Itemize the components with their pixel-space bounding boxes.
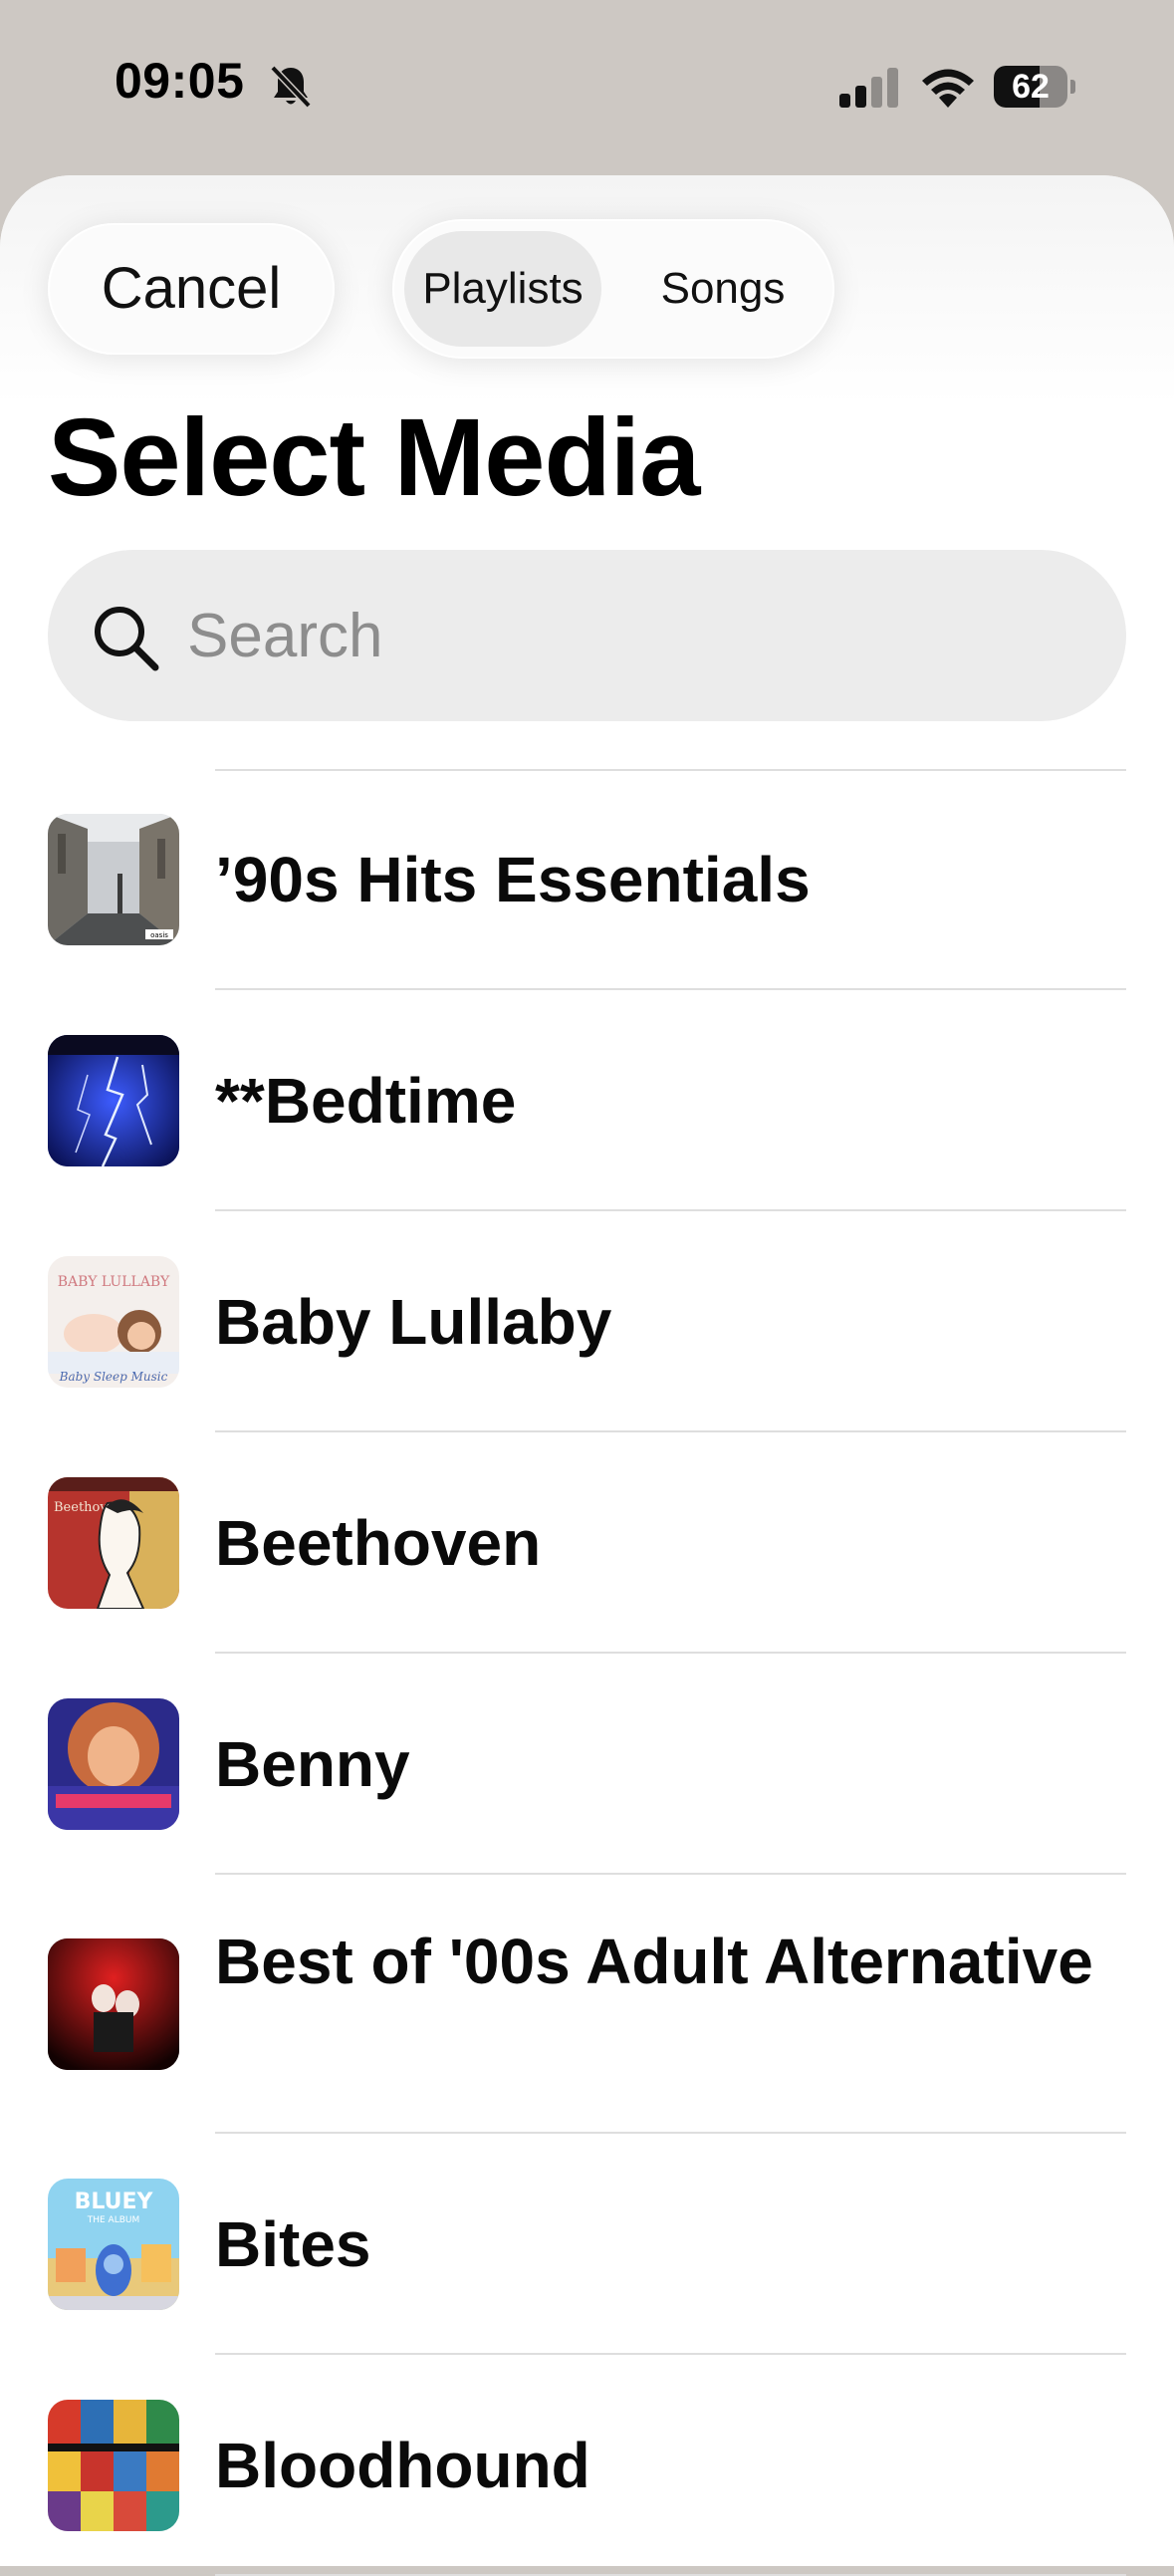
playlist-row[interactable]: BLUEY THE ALBUM Bites: [0, 2134, 1174, 2355]
playlist-artwork: BLUEY THE ALBUM: [48, 2179, 179, 2310]
playlist-artwork: BABY LULLABY Baby Sleep Music: [48, 1256, 179, 1388]
playlist-artwork: [48, 1698, 179, 1830]
status-bar: 09:05 62: [0, 0, 1174, 174]
cellular-signal-icon: [839, 68, 898, 108]
bell-slash-icon: [270, 65, 312, 109]
playlist-row[interactable]: Best of '00s Adult Alternative: [0, 1875, 1174, 2134]
battery-level: 62: [1012, 68, 1050, 106]
artwork-text: BLUEY: [75, 2190, 154, 2214]
playlist-title: Beethoven: [215, 1507, 542, 1579]
playlist-title: Bites: [215, 2208, 371, 2280]
segment-songs[interactable]: Songs: [623, 231, 822, 347]
page-title: Select Media: [48, 396, 700, 519]
playlist-title: Bloodhound: [215, 2430, 590, 2501]
battery-icon: 62: [994, 66, 1075, 108]
status-time: 09:05: [115, 53, 245, 109]
playlist-artwork: [48, 2400, 179, 2531]
segment-playlists[interactable]: Playlists: [404, 231, 601, 347]
playlist-row[interactable]: Beethoven Beethoven: [0, 1432, 1174, 1654]
artwork-text: BABY LULLABY: [58, 1274, 170, 1290]
select-media-sheet: Cancel Playlists Songs Select Media Sear…: [0, 175, 1174, 2576]
playlist-list: oasis ’90s Hits Essentials **Bedtime BAB…: [0, 769, 1174, 2576]
playlist-title: ’90s Hits Essentials: [215, 844, 811, 915]
playlist-row[interactable]: oasis ’90s Hits Essentials: [0, 769, 1174, 990]
playlist-row[interactable]: Benny: [0, 1654, 1174, 1875]
playlist-row[interactable]: Bloodhound: [0, 2355, 1174, 2576]
playlist-artwork: Beethoven: [48, 1477, 179, 1609]
search-icon: [95, 607, 159, 671]
playlist-title: Benny: [215, 1728, 410, 1800]
playlist-artwork: oasis: [48, 814, 179, 945]
playlist-row[interactable]: BABY LULLABY Baby Sleep Music Baby Lulla…: [0, 1211, 1174, 1432]
playlist-artwork: [48, 1938, 179, 2070]
artwork-text: Baby Sleep Music: [59, 1370, 168, 1384]
search-input[interactable]: [187, 550, 1083, 721]
search-bar[interactable]: [48, 550, 1126, 721]
artwork-text: THE ALBUM: [87, 2215, 140, 2225]
wifi-icon: [922, 69, 974, 108]
playlist-title: Best of '00s Adult Alternative: [215, 1926, 1093, 1997]
media-type-segmented-control: Playlists Songs: [392, 219, 834, 359]
cancel-button[interactable]: Cancel: [48, 223, 335, 355]
playlist-title: **Bedtime: [215, 1065, 517, 1137]
playlist-artwork: [48, 1035, 179, 1166]
playlist-title: Baby Lullaby: [215, 1286, 612, 1358]
playlist-row[interactable]: **Bedtime: [0, 990, 1174, 1211]
svg-text:oasis: oasis: [150, 931, 168, 939]
